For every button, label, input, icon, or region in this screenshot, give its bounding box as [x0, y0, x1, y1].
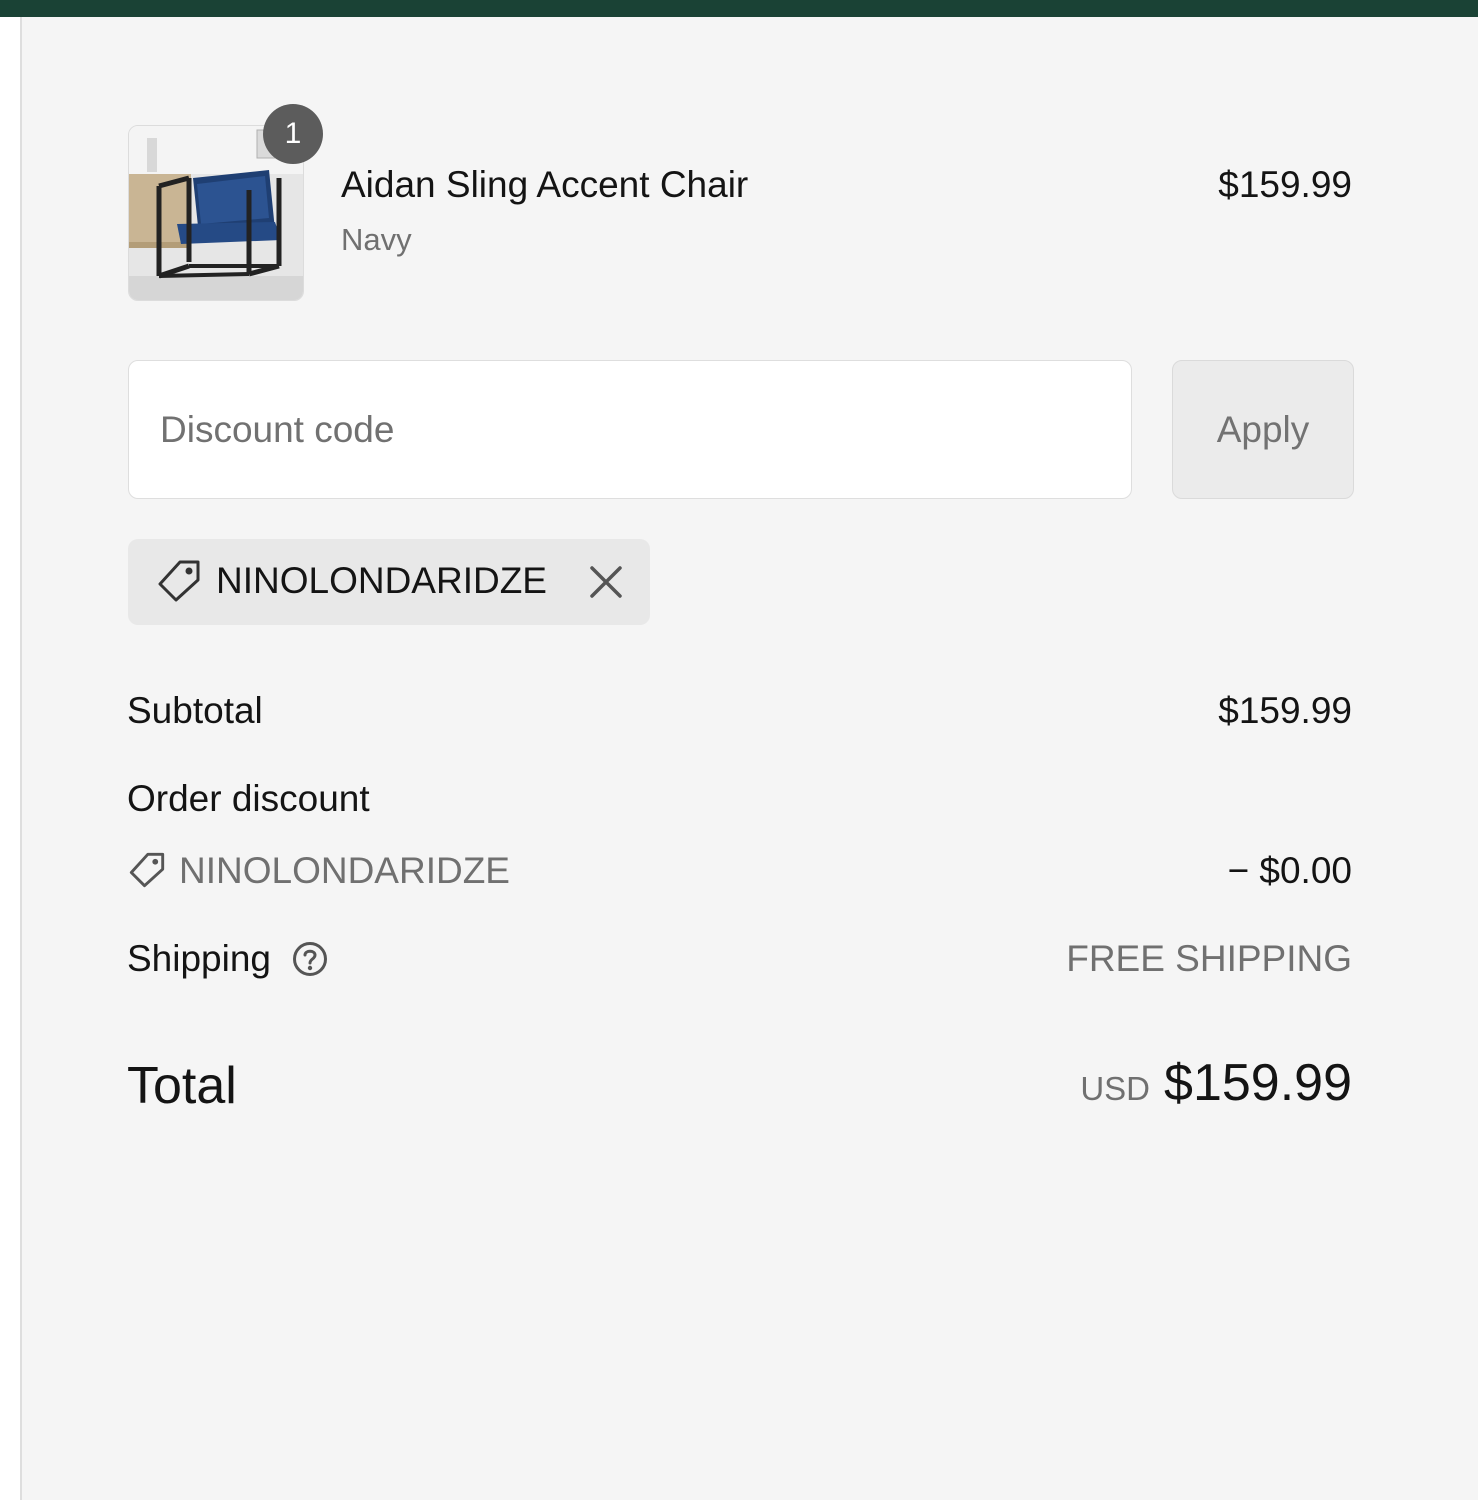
order-summary: 1 Aidan Sling Accent Chair Navy $159.99 … [22, 17, 1478, 1500]
subtotal-label: Subtotal [127, 690, 263, 731]
remove-discount-icon[interactable] [586, 560, 626, 604]
product-price: $159.99 [1218, 164, 1352, 205]
product-name: Aidan Sling Accent Chair [341, 164, 749, 205]
tag-icon [129, 852, 165, 888]
applied-discount-chip: NINOLONDARIDZE [128, 539, 650, 625]
total-value-group: USD $159.99 [1080, 1053, 1352, 1117]
total-value: $159.99 [1164, 1054, 1352, 1112]
quantity-badge: 1 [263, 104, 323, 164]
order-discount-value: − $0.00 [1227, 850, 1352, 891]
total-label: Total [127, 1057, 237, 1115]
header-bar [0, 0, 1478, 17]
total-currency: USD [1080, 1070, 1151, 1107]
help-icon[interactable] [291, 940, 329, 978]
subtotal-value: $159.99 [1218, 690, 1352, 731]
product-variant: Navy [341, 222, 412, 257]
order-discount-label: Order discount [127, 778, 370, 819]
shipping-value: FREE SHIPPING [1066, 938, 1352, 979]
applied-discount-code: NINOLONDARIDZE [216, 560, 547, 601]
tag-icon [158, 560, 200, 602]
main-pane [0, 17, 20, 1500]
order-discount-code: NINOLONDARIDZE [179, 850, 510, 891]
shipping-label: Shipping [127, 938, 272, 979]
discount-code-input[interactable] [128, 360, 1132, 499]
apply-discount-button[interactable]: Apply [1172, 360, 1354, 499]
